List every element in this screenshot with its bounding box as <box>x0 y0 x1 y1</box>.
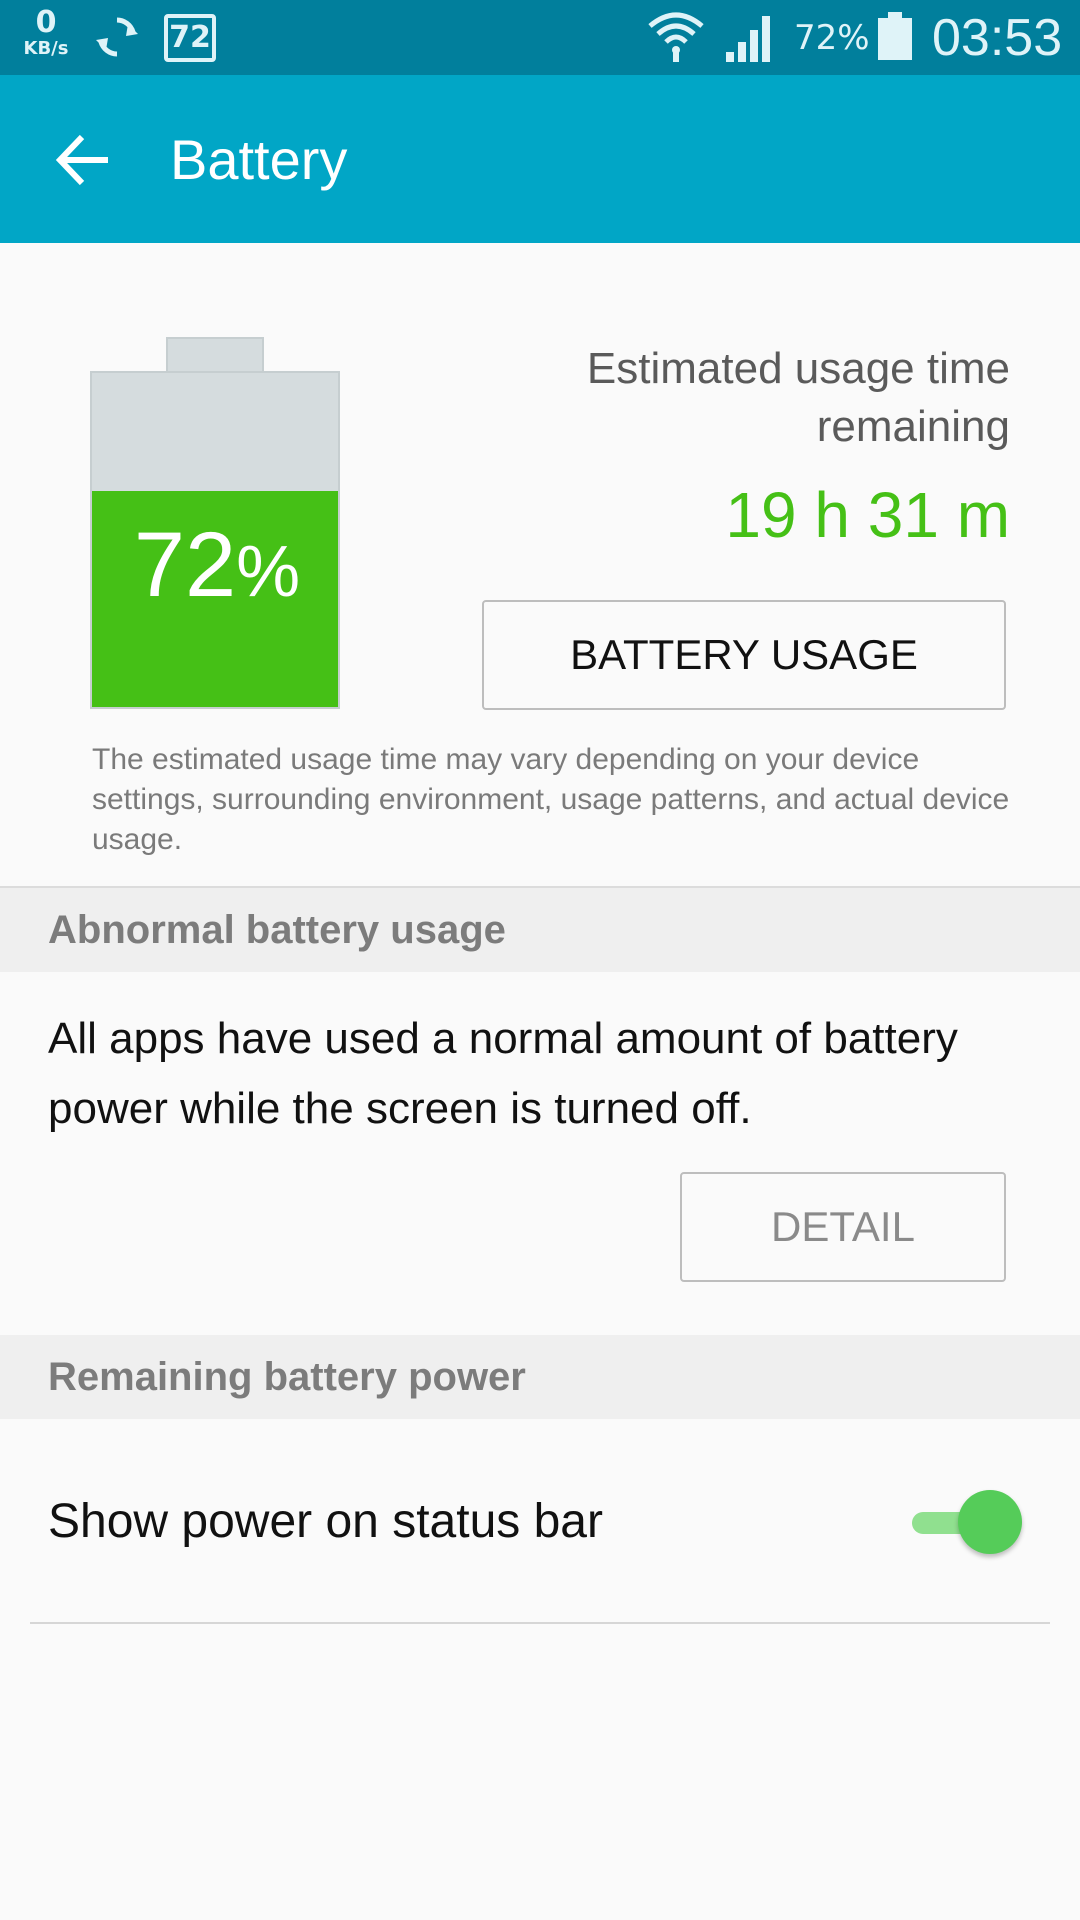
app-bar: Battery <box>0 75 1080 243</box>
toggle-thumb <box>958 1490 1022 1554</box>
battery-graphic-body: 72% <box>90 371 340 709</box>
battery-icon <box>878 12 912 60</box>
signal-strength-icon <box>726 16 770 62</box>
battery-level-number: 72 <box>133 514 237 616</box>
detail-button[interactable]: DETAIL <box>680 1172 1006 1282</box>
temperature-badge-icon: 72 <box>164 14 216 62</box>
estimated-usage-value: 19 h 31 m <box>725 479 1010 551</box>
battery-graphic-cap <box>166 337 264 373</box>
back-arrow-icon[interactable] <box>50 125 120 195</box>
abnormal-usage-header: Abnormal battery usage <box>0 888 1080 972</box>
page-title: Battery <box>170 128 348 191</box>
estimate-disclaimer: The estimated usage time may vary depend… <box>92 743 1010 856</box>
battery-level-graphic: 72% <box>90 337 340 709</box>
show-power-label: Show power on status bar <box>48 1495 603 1548</box>
wifi-icon <box>648 12 704 62</box>
show-power-toggle[interactable] <box>910 1490 1026 1556</box>
abnormal-usage-message: All apps have used a normal amount of ba… <box>48 1014 958 1133</box>
remaining-power-header: Remaining battery power <box>0 1335 1080 1419</box>
battery-level-label: 72% <box>92 513 338 618</box>
status-time: 03:53 <box>932 9 1063 67</box>
network-speed-indicator: 0 KB/s <box>18 8 74 58</box>
estimated-usage-label: Estimated usage time remaining <box>586 344 1010 451</box>
network-speed-unit: KB/s <box>23 38 69 59</box>
battery-level-unit: % <box>236 532 301 612</box>
battery-usage-button[interactable]: BATTERY USAGE <box>482 600 1006 710</box>
row-divider <box>30 1622 1050 1624</box>
status-battery-percent: 72% <box>794 18 870 58</box>
show-power-setting-row[interactable]: Show power on status bar <box>0 1420 1080 1626</box>
sync-icon <box>96 17 138 57</box>
network-speed-value: 0 <box>35 5 57 40</box>
status-bar: 0 KB/s 72 72% 03:53 <box>0 0 1080 75</box>
